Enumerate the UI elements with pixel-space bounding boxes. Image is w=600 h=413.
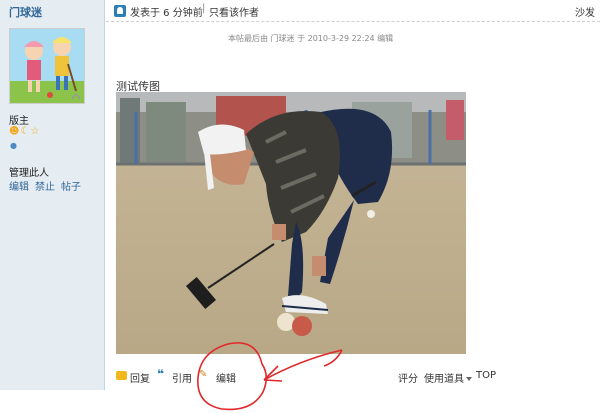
quote-button[interactable]: 引用 <box>172 370 192 385</box>
use-tools-menu[interactable]: 使用道具 <box>424 370 472 385</box>
rate-button[interactable]: 评分 <box>398 370 418 385</box>
post-header: 发表于 6 分钟前 | 只看该作者 沙发 <box>106 0 600 22</box>
dropdown-arrow-icon <box>466 377 472 381</box>
edit-button[interactable]: 编辑 <box>216 370 236 385</box>
avatar-cartoon-image <box>10 29 84 103</box>
manage-ban-link[interactable]: 禁止 <box>35 182 55 193</box>
edit-pencil-icon[interactable]: ✎ <box>199 369 207 380</box>
manage-posts-link[interactable]: 帖子 <box>61 182 81 193</box>
author-rank: 版主 <box>9 116 29 127</box>
gateball-photo-image <box>116 92 466 354</box>
reply-icon[interactable] <box>116 371 127 380</box>
floor-number[interactable]: 沙发 <box>575 4 595 19</box>
post-time: 发表于 6 分钟前 <box>130 8 203 19</box>
manage-user-title: 管理此人 <box>9 168 49 179</box>
post-icon <box>114 5 126 17</box>
use-tools-label: 使用道具 <box>424 374 464 385</box>
medal-icons: ☻☾☆ <box>9 126 40 138</box>
last-edit-note: 本帖最后由 门球迷 于 2010-3-29 22:24 编辑 <box>228 34 394 43</box>
top-link[interactable]: TOP <box>476 370 496 381</box>
star-medal-icon: ☆ <box>30 126 40 137</box>
avatar[interactable] <box>9 28 85 104</box>
status-icon: ● <box>10 141 17 150</box>
manage-edit-link[interactable]: 编辑 <box>9 182 29 193</box>
moon-medal-icon: ☾ <box>20 126 30 137</box>
manage-user-links: 编辑 禁止 帖子 <box>9 178 87 193</box>
author-username[interactable]: 门球迷 <box>9 4 42 20</box>
author-sidebar: 门球迷 版主 ☻☾☆ ● 管理此人 编辑 禁止 帖子 <box>0 0 105 390</box>
header-separator: | <box>202 3 206 14</box>
quote-icon[interactable]: ❝ <box>157 367 164 381</box>
reply-button[interactable]: 回复 <box>130 370 150 385</box>
post-actions-bar: 回复 ❝ 引用 ✎ 编辑 评分 使用道具 TOP <box>106 367 600 387</box>
post-photo[interactable] <box>116 92 466 354</box>
author-only-link[interactable]: 只看该作者 <box>209 4 259 19</box>
sun-medal-icon: ☻ <box>9 126 20 137</box>
